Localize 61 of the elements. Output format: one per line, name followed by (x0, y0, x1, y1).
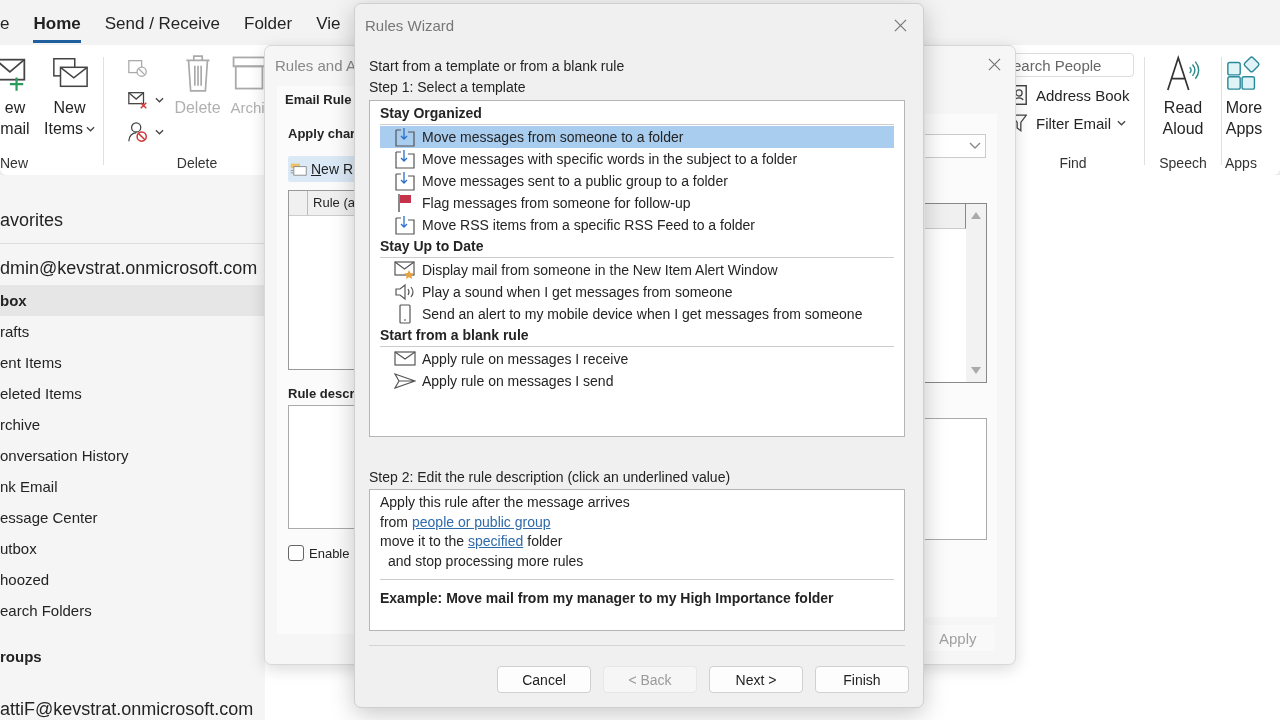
template-item[interactable]: Play a sound when I get messages from someone (380, 281, 894, 303)
folder-item[interactable]: nk Email (0, 471, 265, 502)
ribbon-tab[interactable]: Folder (244, 8, 293, 43)
account-name[interactable]: dmin@kevstrat.onmicrosoft.com (0, 258, 265, 279)
checkbox-label: Enable (309, 545, 350, 561)
template-item[interactable]: Move RSS items from a specific RSS Feed to a folder (380, 214, 894, 236)
folder-item[interactable]: rafts (0, 316, 265, 347)
intro-text: Start from a template or from a blank rule (369, 57, 626, 76)
group-label: Delete (176, 155, 218, 171)
group-label: Apps (1225, 155, 1257, 171)
group-label: Speech (1159, 155, 1207, 171)
groups-heading[interactable]: roups (0, 648, 265, 665)
email-rules-tab[interactable]: Email Rule (277, 86, 355, 114)
ribbon-tab[interactable]: Vie (316, 8, 341, 43)
group-heading: Stay Up to Date (380, 236, 894, 258)
example-text: Example: Move mail from my manager to my High Importance folder (380, 589, 835, 608)
folder-item[interactable]: hoozed (0, 564, 265, 595)
folder-item[interactable]: onversation History (0, 440, 265, 471)
folder-item[interactable]: rchive (0, 409, 265, 440)
read-aloud-button[interactable]: Read Aloud (1162, 53, 1204, 139)
template-item[interactable]: Move messages sent to a public group to a folder (380, 170, 894, 192)
template-item[interactable]: Send an alert to my mobile device when I get messages from someone (380, 303, 894, 325)
template-item[interactable]: Apply rule on messages I send (380, 370, 894, 392)
description-text: and stop processing more rules (388, 551, 584, 571)
rules-list[interactable]: Rule (a (288, 190, 355, 370)
template-item[interactable]: Apply rule on messages I receive (380, 348, 894, 370)
new-email-button[interactable]: ew mail (0, 53, 30, 139)
description-text: from (380, 512, 408, 532)
value-link[interactable]: people or public group (412, 512, 551, 532)
description-text: move it to the (380, 532, 465, 551)
dialog-button[interactable]: Finish (815, 666, 909, 693)
group-heading: Stay Organized (380, 103, 894, 125)
step-label: Step 1: Select a template (369, 78, 527, 97)
group-label: Find (1059, 155, 1087, 171)
apply-changes-label: Apply char (288, 125, 355, 143)
dialog-button[interactable]: Cancel (497, 666, 591, 693)
template-item[interactable]: Move messages from someone to a folder (380, 126, 894, 148)
step-label: Step 2: Edit the rule description (click an underlined value) (369, 468, 732, 487)
folder-item[interactable]: eleted Items (0, 378, 265, 409)
dialog-title: Rules Wizard (365, 16, 455, 34)
template-item[interactable]: Display mail from someone in the New Item Alert Window (380, 259, 894, 281)
more-apps-button[interactable]: More Apps (1225, 53, 1263, 139)
template-item[interactable]: Flag messages from someone for follow-up (380, 192, 894, 214)
template-item[interactable]: Move messages with specific words in the subject to a folder (380, 148, 894, 170)
value-link[interactable]: specified (468, 532, 524, 552)
rule-description-label: Rule descr (288, 386, 355, 401)
group-heading: Start from a blank rule (380, 325, 894, 347)
description-text: folder (527, 532, 563, 551)
new-rule-button[interactable]: New R (288, 156, 355, 182)
ribbon-tab[interactable]: Send / Receive (104, 8, 220, 43)
description-text: Apply this rule after the message arrives (380, 493, 630, 512)
folder-item[interactable]: utbox (0, 533, 265, 564)
dialog-button[interactable]: Next > (709, 666, 803, 693)
folder-item[interactable]: ent Items (0, 347, 265, 378)
account-name[interactable]: attiF@kevstrat.onmicrosoft.com (0, 699, 265, 720)
group-label: New (0, 155, 28, 171)
new-items-button[interactable]: New Items (44, 53, 96, 139)
folder-item[interactable]: earch Folders (0, 595, 265, 626)
folder-item[interactable]: box (0, 285, 265, 316)
ribbon-tab[interactable]: e (0, 8, 10, 43)
folder-item[interactable]: essage Center (0, 502, 265, 533)
